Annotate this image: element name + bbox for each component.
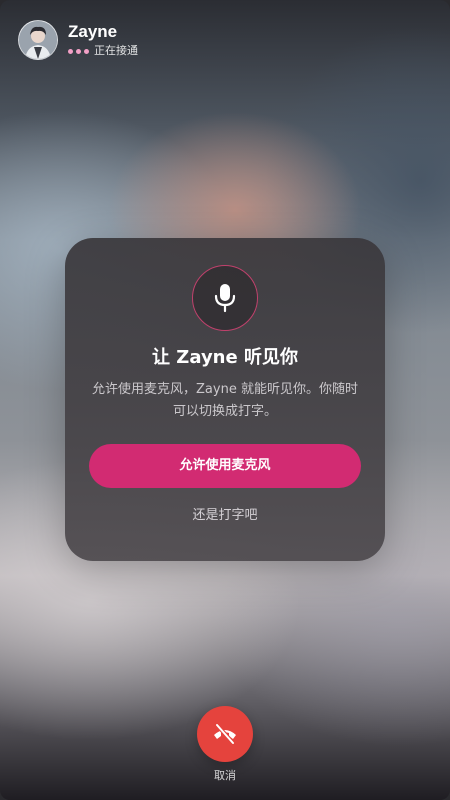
avatar[interactable]: [18, 20, 58, 60]
connecting-dot: [68, 48, 73, 54]
call-status-text: 正在接通: [94, 44, 138, 57]
microphone-permission-dialog: 让 Zayne 听见你 允许使用麦克风，Zayne 就能听见你。你随时可以切换成…: [65, 238, 385, 561]
caller-header: Zayne 正在接通: [18, 20, 138, 60]
type-instead-link[interactable]: 还是打字吧: [65, 506, 385, 526]
connecting-dot: [84, 48, 89, 54]
caller-name: Zayne: [68, 22, 118, 41]
microphone-icon-badge: [192, 265, 258, 331]
allow-microphone-button[interactable]: 允许使用麦克风: [89, 444, 361, 488]
connecting-dot: [76, 48, 81, 54]
microphone-icon: [214, 284, 236, 313]
hang-up-phone-icon: [214, 723, 236, 745]
call-status: 正在接通: [68, 44, 138, 58]
caller-info: Zayne 正在接通: [68, 22, 138, 58]
user-avatar-icon: [19, 21, 57, 59]
connecting-dots-icon: [68, 48, 89, 54]
dialog-title: 让 Zayne 听见你: [152, 347, 298, 368]
hang-up-button[interactable]: [197, 706, 253, 762]
dialog-description: 允许使用麦克风，Zayne 就能听见你。你随时可以切换成打字。: [92, 382, 358, 419]
cancel-label: 取消: [214, 769, 236, 782]
call-screen: Zayne 正在接通 让 Zayne 听见你 允许使用麦克风，Zayne 就能听…: [0, 0, 450, 800]
